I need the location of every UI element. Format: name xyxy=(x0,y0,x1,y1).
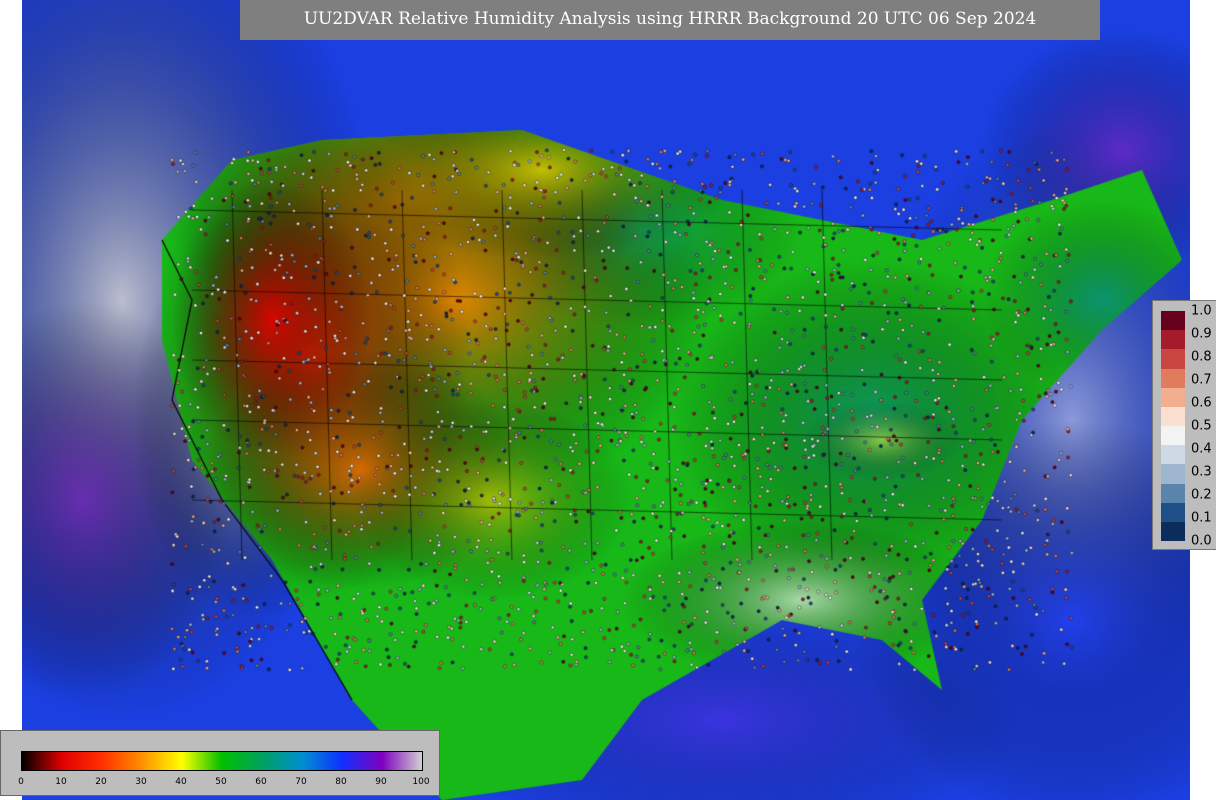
observation-color-swatch xyxy=(1161,464,1185,484)
observation-color-swatch xyxy=(1161,406,1185,427)
observation-colorbar-label: 0.6 xyxy=(1191,395,1212,411)
observation-color-swatch xyxy=(1161,426,1185,446)
rh-colorbar-tick: 80 xyxy=(335,777,347,787)
observation-color-swatch xyxy=(1161,502,1185,523)
rh-colorbar-tick: 70 xyxy=(295,777,307,787)
map-title: UU2DVAR Relative Humidity Analysis using… xyxy=(240,0,1100,40)
observation-color-swatch xyxy=(1161,445,1185,465)
observation-colorbar-label: 0.9 xyxy=(1191,326,1212,342)
observation-colorbar-label: 0.8 xyxy=(1191,349,1212,365)
observation-colorbar-label: 0.1 xyxy=(1191,510,1212,526)
rh-colorbar xyxy=(21,751,423,771)
observation-colorbar-label: 0.3 xyxy=(1191,464,1212,480)
observation-colorbar xyxy=(1161,311,1185,542)
observation-color-swatch xyxy=(1161,330,1185,350)
observation-color-swatch xyxy=(1161,521,1185,542)
rh-analysis-map xyxy=(22,0,1190,800)
rh-colorbar-tick: 30 xyxy=(135,777,147,787)
rh-colorbar-tick: 40 xyxy=(175,777,187,787)
observation-colorbar-label: 1.0 xyxy=(1191,303,1212,319)
observation-color-swatch xyxy=(1161,349,1185,369)
observation-color-swatch xyxy=(1161,311,1185,331)
observation-color-swatch xyxy=(1161,368,1185,389)
rh-colorbar-tick: 100 xyxy=(412,777,430,787)
rh-colorbar-tick: 20 xyxy=(95,777,107,787)
observation-color-swatch xyxy=(1161,387,1185,408)
rh-colorbar-ticks: 0 10 20 30 40 50 60 70 80 90 100 xyxy=(18,777,429,791)
rh-colorbar-tick: 10 xyxy=(55,777,67,787)
rh-colorbar-tick: 60 xyxy=(255,777,267,787)
observation-colorbar-label: 0.0 xyxy=(1191,533,1212,549)
observation-colorbar-label: 0.2 xyxy=(1191,487,1212,503)
observation-colorbar-legend: 1.0 0.9 0.8 0.7 0.6 0.5 0.4 0.3 0.2 0.1 0.0 xyxy=(1152,300,1216,550)
rh-colorbar-tick: 90 xyxy=(375,777,387,787)
observation-colorbar-label: 0.5 xyxy=(1191,418,1212,434)
observation-color-swatch xyxy=(1161,483,1185,504)
rh-colorbar-tick: 50 xyxy=(215,777,227,787)
rh-colorbar-legend: 0 10 20 30 40 50 60 70 80 90 100 xyxy=(0,730,440,796)
observation-colorbar-label: 0.7 xyxy=(1191,372,1212,388)
observation-colorbar-label: 0.4 xyxy=(1191,441,1212,457)
rh-colorbar-tick: 0 xyxy=(18,777,24,787)
